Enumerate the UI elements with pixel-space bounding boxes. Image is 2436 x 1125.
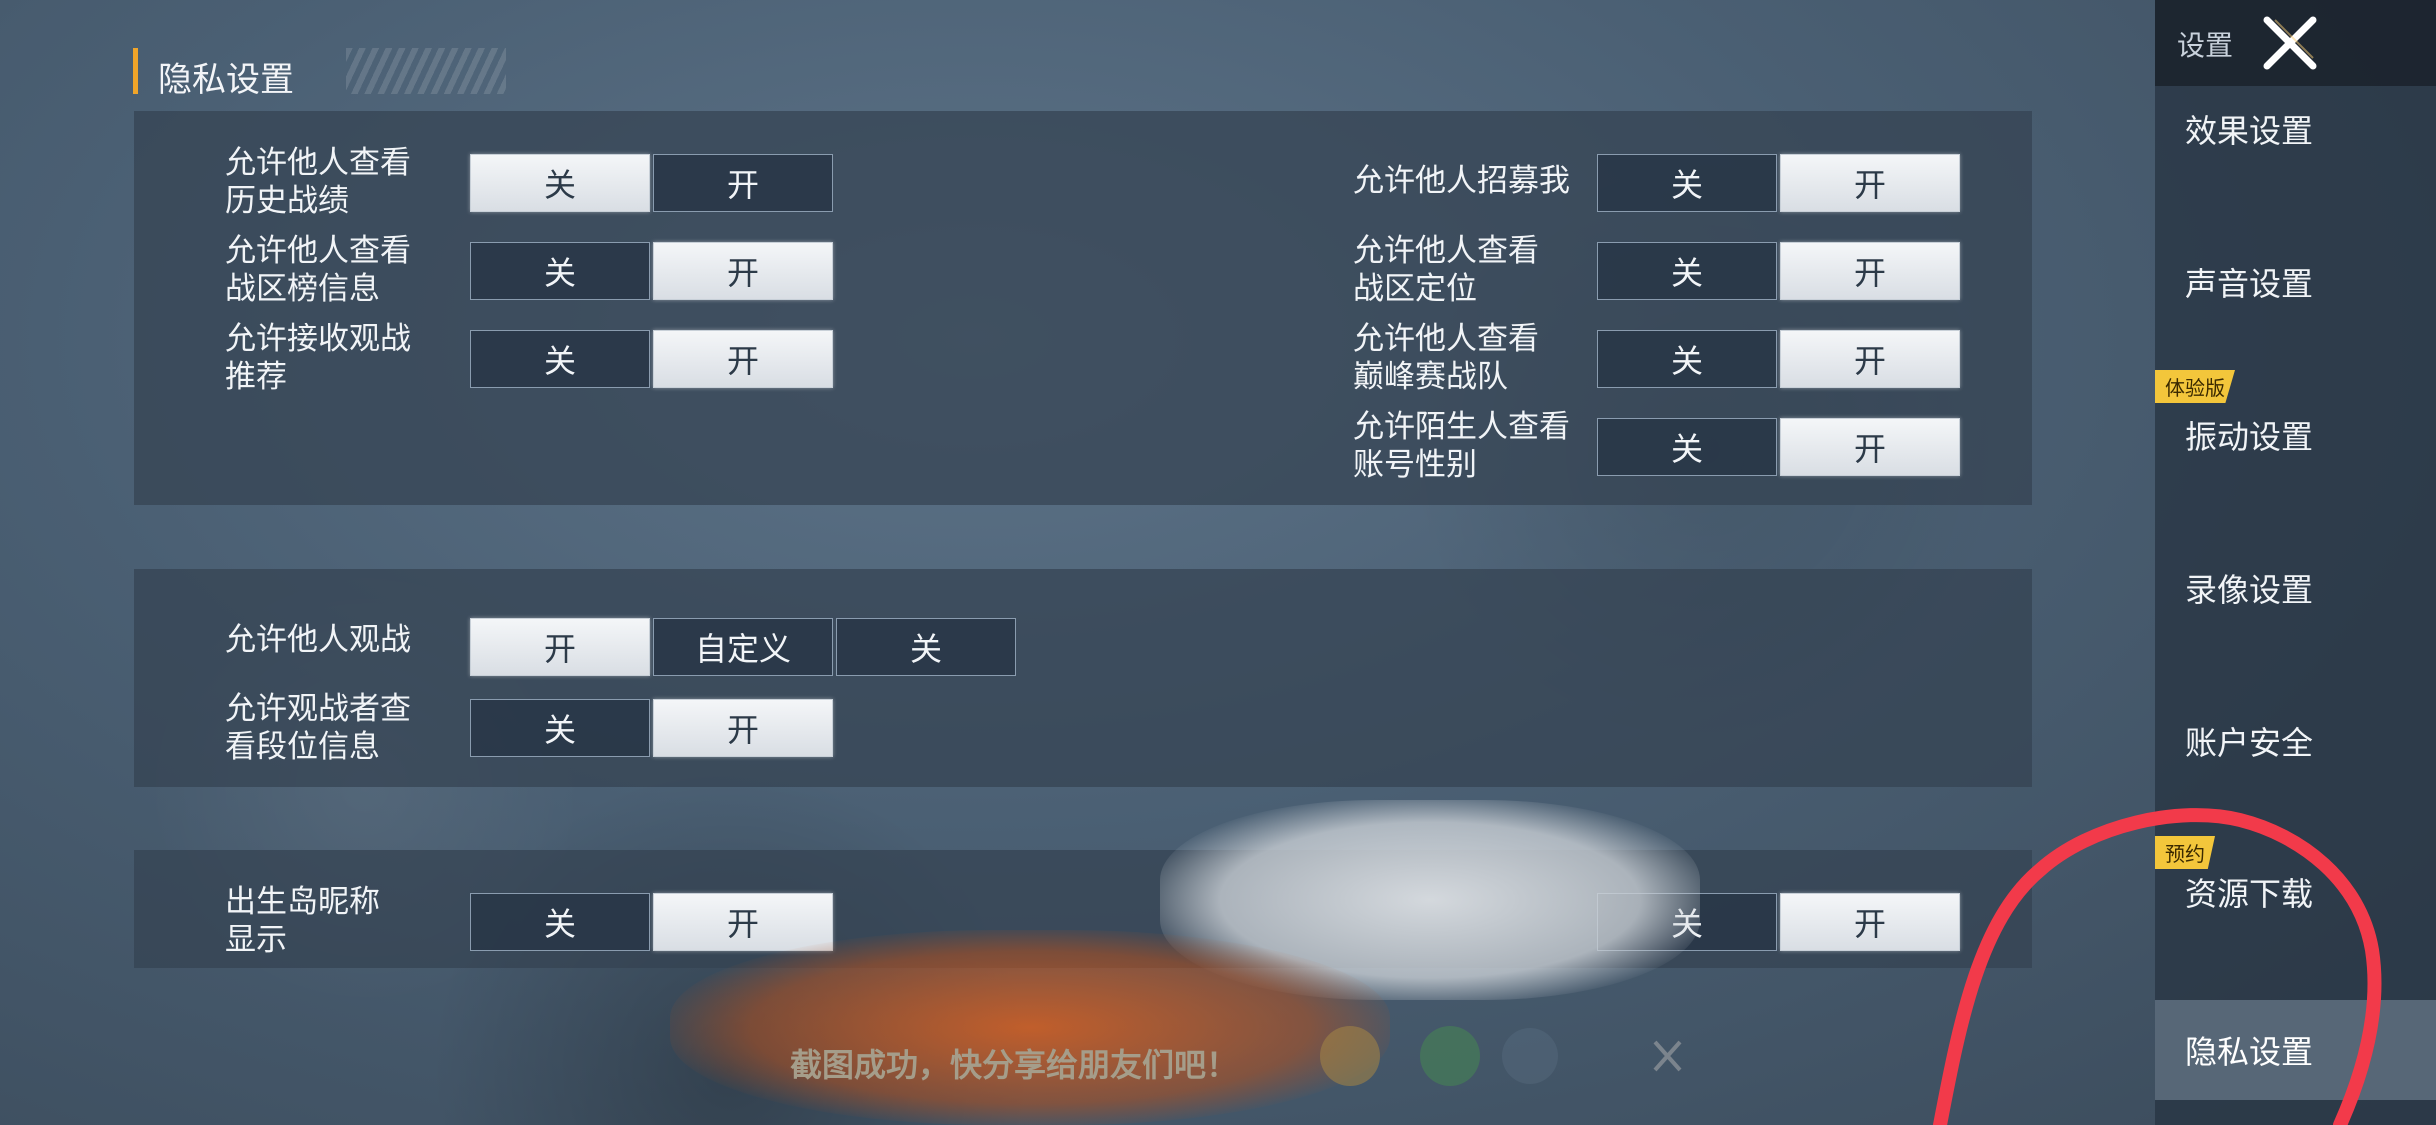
share-icons — [1320, 1026, 1682, 1086]
setting-label-spawn-nickname: 出生岛昵称 显示 — [225, 884, 380, 958]
toggle-option-on[interactable]: 开 — [653, 154, 833, 212]
share-icon — [1320, 1026, 1380, 1086]
section-title: 隐私设置 — [133, 48, 506, 100]
sidebar-item-label: 振动设置 — [2185, 418, 2314, 456]
toggle-option-on[interactable]: 开 — [1780, 418, 1960, 476]
close-icon[interactable] — [2255, 12, 2325, 74]
toggle-account-gender: 关 开 — [1597, 418, 1963, 478]
sidebar-item-label: 录像设置 — [2185, 571, 2314, 609]
setting-label-allow-spectate: 允许他人观战 — [225, 622, 411, 658]
share-icon — [1502, 1028, 1558, 1084]
toggle-option-on[interactable]: 开 — [470, 618, 650, 676]
toggle-option-off[interactable]: 关 — [1597, 418, 1777, 476]
setting-label-account-gender: 允许陌生人查看 账号性别 — [1353, 409, 1570, 483]
sidebar-title: 设置 — [2177, 29, 2234, 62]
toggle-peak-team: 关 开 — [1597, 330, 1963, 390]
toggle-option-on[interactable]: 开 — [653, 242, 833, 300]
sidebar-item-label: 声音设置 — [2185, 265, 2314, 303]
toggle-rank-info: 关 开 — [470, 699, 836, 759]
toggle-option-on[interactable]: 开 — [1780, 330, 1960, 388]
sidebar-item-vibration[interactable]: 振动设置 — [2155, 390, 2436, 480]
toggle-option-off[interactable]: 关 — [1597, 154, 1777, 212]
toggle-option-off[interactable]: 关 — [836, 618, 1016, 676]
toggle-option-on[interactable]: 开 — [1780, 154, 1960, 212]
annotation-circle — [1933, 808, 2382, 1125]
toggle-zone-location: 关 开 — [1597, 242, 1963, 302]
toggle-option-off[interactable]: 关 — [470, 893, 650, 951]
toggle-recruit: 关 开 — [1597, 154, 1963, 214]
toggle-spectate-recommend: 关 开 — [470, 330, 836, 390]
redaction-smudge — [670, 930, 1390, 1125]
sidebar-item-recording[interactable]: 录像设置 — [2155, 543, 2436, 633]
toggle-spawn-nickname: 关 开 — [470, 893, 836, 953]
share-icon — [1420, 1026, 1480, 1086]
section-title-text: 隐私设置 — [158, 60, 294, 100]
close-icon — [1653, 1040, 1682, 1072]
sidebar-item-label: 效果设置 — [2185, 112, 2314, 150]
toggle-option-off[interactable]: 关 — [1597, 242, 1777, 300]
setting-label-recruit: 允许他人招募我 — [1353, 163, 1570, 199]
toggle-option-off[interactable]: 关 — [470, 242, 650, 300]
toggle-option-custom[interactable]: 自定义 — [653, 618, 833, 676]
toggle-history: 关 开 — [470, 154, 836, 214]
toggle-option-on[interactable]: 开 — [653, 699, 833, 757]
sidebar-item-effects[interactable]: 效果设置 — [2155, 84, 2436, 174]
setting-label-zone-location: 允许他人查看 战区定位 — [1353, 233, 1539, 307]
toggle-option-off[interactable]: 关 — [470, 330, 650, 388]
toggle-option-on[interactable]: 开 — [653, 330, 833, 388]
toggle-allow-spectate: 开 自定义 关 — [470, 618, 1019, 678]
setting-label-spectate-recommend: 允许接收观战 推荐 — [225, 321, 411, 395]
sidebar-item-label: 账户安全 — [2185, 724, 2314, 762]
setting-label-peak-team: 允许他人查看 巅峰赛战队 — [1353, 321, 1539, 395]
toggle-option-on[interactable]: 开 — [653, 893, 833, 951]
toggle-option-on[interactable]: 开 — [1780, 242, 1960, 300]
setting-label-history: 允许他人查看 历史战绩 — [225, 145, 411, 219]
toggle-leaderboard: 关 开 — [470, 242, 836, 302]
toggle-option-off[interactable]: 关 — [470, 699, 650, 757]
toggle-option-off[interactable]: 关 — [470, 154, 650, 212]
setting-label-rank-info: 允许观战者查 看段位信息 — [225, 691, 411, 765]
settings-panel-2 — [134, 569, 2032, 787]
toggle-option-off[interactable]: 关 — [1597, 330, 1777, 388]
setting-label-leaderboard: 允许他人查看 战区榜信息 — [225, 233, 411, 307]
sidebar-item-account-security[interactable]: 账户安全 — [2155, 696, 2436, 786]
screenshot-toast: 截图成功，快分享给朋友们吧！ — [790, 1046, 1239, 1084]
sidebar-item-sound[interactable]: 声音设置 — [2155, 237, 2436, 327]
sidebar-header: 设置 — [2155, 0, 2436, 86]
